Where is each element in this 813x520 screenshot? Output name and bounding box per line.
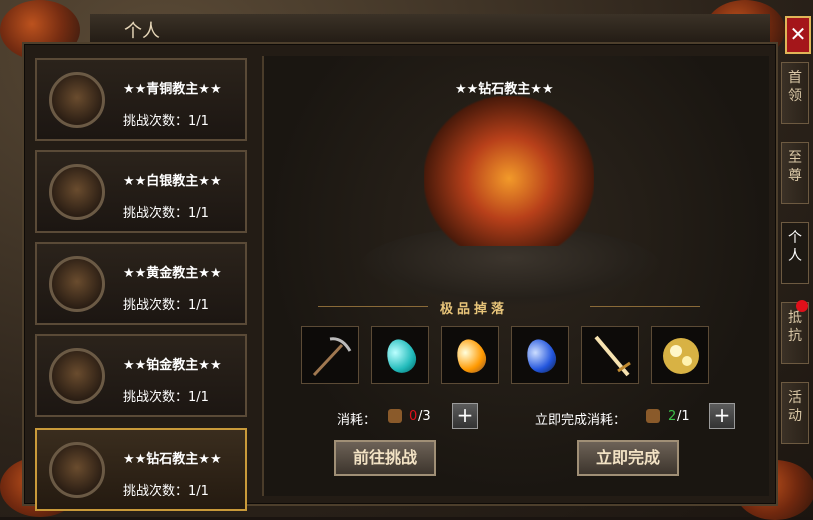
blue-gem-icon <box>522 335 560 377</box>
boss-portrait <box>424 96 594 246</box>
complete-cost-need: /1 <box>677 409 690 424</box>
boss-list-item[interactable]: ★★黄金教主★★ 挑战次数：1/1 <box>35 242 247 325</box>
boss-list-item[interactable]: ★★白银教主★★ 挑战次数：1/1 <box>35 150 247 233</box>
challenge-count: 挑战次数：1/1 <box>123 114 209 129</box>
drops-header: 极品掉落 <box>440 302 509 317</box>
notification-dot <box>796 300 808 312</box>
drop-slot[interactable] <box>581 326 639 384</box>
sword-icon <box>594 335 631 377</box>
boss-avatar <box>49 164 105 220</box>
pickaxe-icon <box>312 337 352 377</box>
boss-list: ★★青铜教主★★ 挑战次数：1/1 ★★白银教主★★ 挑战次数：1/1 ★★黄金… <box>30 56 255 511</box>
close-button[interactable]: ✕ <box>785 16 811 54</box>
boss-list-item[interactable]: ★★铂金教主★★ 挑战次数：1/1 <box>35 334 247 417</box>
boss-avatar <box>49 442 105 498</box>
boss-name: ★★铂金教主★★ <box>123 358 222 373</box>
add-complete-ticket-button[interactable]: + <box>709 403 735 429</box>
boss-name: ★★钻石教主★★ <box>123 452 222 467</box>
challenge-count: 挑战次数：1/1 <box>123 206 209 221</box>
boss-name: ★★黄金教主★★ <box>123 266 222 281</box>
complete-now-button[interactable]: 立即完成 <box>577 440 679 476</box>
cost-label: 消耗： <box>337 413 377 428</box>
tab-event[interactable]: 活动 <box>781 382 809 444</box>
drop-slot[interactable] <box>441 326 499 384</box>
scroll-icon <box>646 409 660 423</box>
scroll-icon <box>388 409 402 423</box>
boss-name: ★★青铜教主★★ <box>123 82 222 97</box>
drop-slot[interactable] <box>301 326 359 384</box>
gold-fragments-icon <box>663 338 699 374</box>
complete-cost-label: 立即完成消耗： <box>535 413 627 428</box>
divider <box>318 306 428 307</box>
tab-boss[interactable]: 首领 <box>781 62 809 124</box>
cost-have: 0 <box>409 409 418 424</box>
boss-avatar <box>49 256 105 312</box>
drop-slot[interactable] <box>651 326 709 384</box>
drop-slot[interactable] <box>371 326 429 384</box>
tab-supreme[interactable]: 至尊 <box>781 142 809 204</box>
challenge-count: 挑战次数：1/1 <box>123 484 209 499</box>
title-bar <box>90 14 770 45</box>
boss-name: ★★白银教主★★ <box>123 174 222 189</box>
challenge-count: 挑战次数：1/1 <box>123 390 209 405</box>
cost-need: /3 <box>418 409 431 424</box>
boss-list-item[interactable]: ★★青铜教主★★ 挑战次数：1/1 <box>35 58 247 141</box>
boss-avatar <box>49 348 105 404</box>
boss-list-item-selected[interactable]: ★★钻石教主★★ 挑战次数：1/1 <box>35 428 247 511</box>
tab-personal[interactable]: 个人 <box>781 222 809 284</box>
drop-slot[interactable] <box>511 326 569 384</box>
go-challenge-button[interactable]: 前往挑战 <box>334 440 436 476</box>
challenge-count: 挑战次数：1/1 <box>123 298 209 313</box>
window-title: 个人 <box>124 21 160 42</box>
add-ticket-button[interactable]: + <box>452 403 478 429</box>
orange-gem-icon <box>452 335 490 377</box>
cyan-gem-icon <box>382 335 420 377</box>
boss-avatar <box>49 72 105 128</box>
divider <box>590 306 700 307</box>
complete-cost-have: 2 <box>668 409 677 424</box>
boss-title: ★★钻石教主★★ <box>455 82 554 97</box>
